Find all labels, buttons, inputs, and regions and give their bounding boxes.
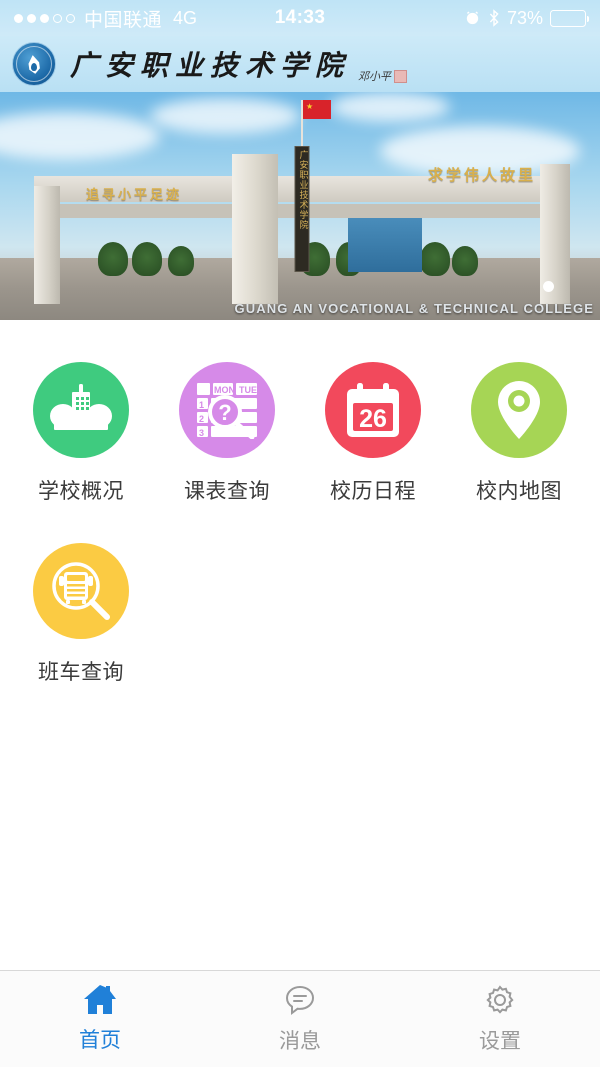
status-bar-right: 73% — [464, 7, 589, 29]
tab-home[interactable]: 首页 — [0, 971, 200, 1067]
battery-icon — [550, 9, 589, 27]
grid-item-label: 校历日程 — [330, 480, 416, 503]
school-emblem-logo — [12, 42, 56, 86]
svg-text:2: 2 — [199, 414, 204, 424]
china-flag-icon: ★ — [303, 100, 331, 119]
gate-plaque-text: 广安职业技术学院 — [297, 150, 308, 230]
header-signature-seal: 邓小平 — [358, 68, 408, 84]
network-type-label: 4G — [173, 7, 198, 28]
calendar-icon: 26 — [325, 362, 421, 458]
app-header: 广安职业技术学院 邓小平 — [0, 36, 600, 92]
svg-text:?: ? — [218, 400, 231, 425]
home-icon — [83, 984, 117, 1015]
red-seal-stamp-icon — [394, 69, 408, 83]
feature-grid: 学校概况 MON TUE 1 2 3 ? 课表查询 26 校历日程 校内地图 班… — [0, 362, 600, 686]
gate-right-slogan: 求学伟人故里 — [427, 166, 536, 184]
bluetooth-icon — [488, 9, 500, 27]
grid-item-label: 课表查询 — [184, 480, 270, 503]
app-root: 中国联通 4G 14:33 73% 广安职业技术学院 邓小平 ★ 广安职业技术学… — [0, 0, 600, 1067]
banner-campus-gate: ★ 广安职业技术学院 追寻小平足迹 求学伟人故里 — [34, 100, 570, 304]
gate-left-slogan: 追寻小平足迹 — [86, 188, 183, 203]
carousel-dot[interactable] — [543, 281, 554, 292]
svg-text:1: 1 — [199, 400, 204, 410]
calendar-day-number: 26 — [359, 405, 387, 433]
banner-carousel[interactable]: ★ 广安职业技术学院 追寻小平足迹 求学伟人故里 GUANG AN VOCATI… — [0, 92, 600, 320]
grid-item-timetable[interactable]: MON TUE 1 2 3 ? 课表查询 — [154, 362, 300, 505]
tab-label: 消息 — [279, 1029, 321, 1053]
bus-search-icon — [33, 543, 129, 639]
status-bar-left: 中国联通 4G — [14, 5, 197, 32]
gear-icon — [484, 984, 516, 1016]
grid-item-shuttle-bus[interactable]: 班车查询 — [8, 543, 154, 686]
page-title: 广安职业技术学院 — [70, 49, 351, 82]
grid-item-calendar[interactable]: 26 校历日程 — [300, 362, 446, 505]
svg-text:3: 3 — [199, 428, 204, 438]
school-building-icon — [33, 362, 129, 458]
grid-item-campus-map[interactable]: 校内地图 — [446, 362, 592, 505]
tab-label: 首页 — [79, 1029, 121, 1052]
grid-item-school-overview[interactable]: 学校概况 — [8, 362, 154, 505]
tab-messages[interactable]: 消息 — [200, 971, 400, 1067]
status-bar: 中国联通 4G 14:33 73% — [0, 0, 600, 36]
timetable-col2-label: TUE — [239, 385, 257, 395]
main-content: 学校概况 MON TUE 1 2 3 ? 课表查询 26 校历日程 校内地图 班… — [0, 320, 600, 970]
map-pin-icon — [471, 362, 567, 458]
grid-item-label: 校内地图 — [476, 480, 562, 503]
timetable-col1-label: MON — [214, 385, 235, 395]
carrier-label: 中国联通 — [84, 9, 163, 31]
bottom-tab-bar: 首页 消息 设置 — [0, 970, 600, 1067]
battery-percent-label: 73% — [506, 7, 543, 28]
message-bubble-icon — [284, 984, 316, 1016]
grid-item-label: 学校概况 — [38, 480, 124, 503]
timetable-search-icon: MON TUE 1 2 3 ? — [179, 362, 275, 458]
carousel-indicator[interactable] — [543, 281, 554, 292]
alarm-clock-icon — [464, 10, 481, 27]
tab-label: 设置 — [479, 1029, 521, 1053]
signal-strength-icon — [14, 13, 75, 23]
banner-caption: GUANG AN VOCATIONAL & TECHNICAL COLLEGE — [234, 301, 594, 316]
signature-text: 邓小平 — [358, 70, 392, 83]
grid-item-label: 班车查询 — [38, 661, 124, 684]
tab-settings[interactable]: 设置 — [400, 971, 600, 1067]
